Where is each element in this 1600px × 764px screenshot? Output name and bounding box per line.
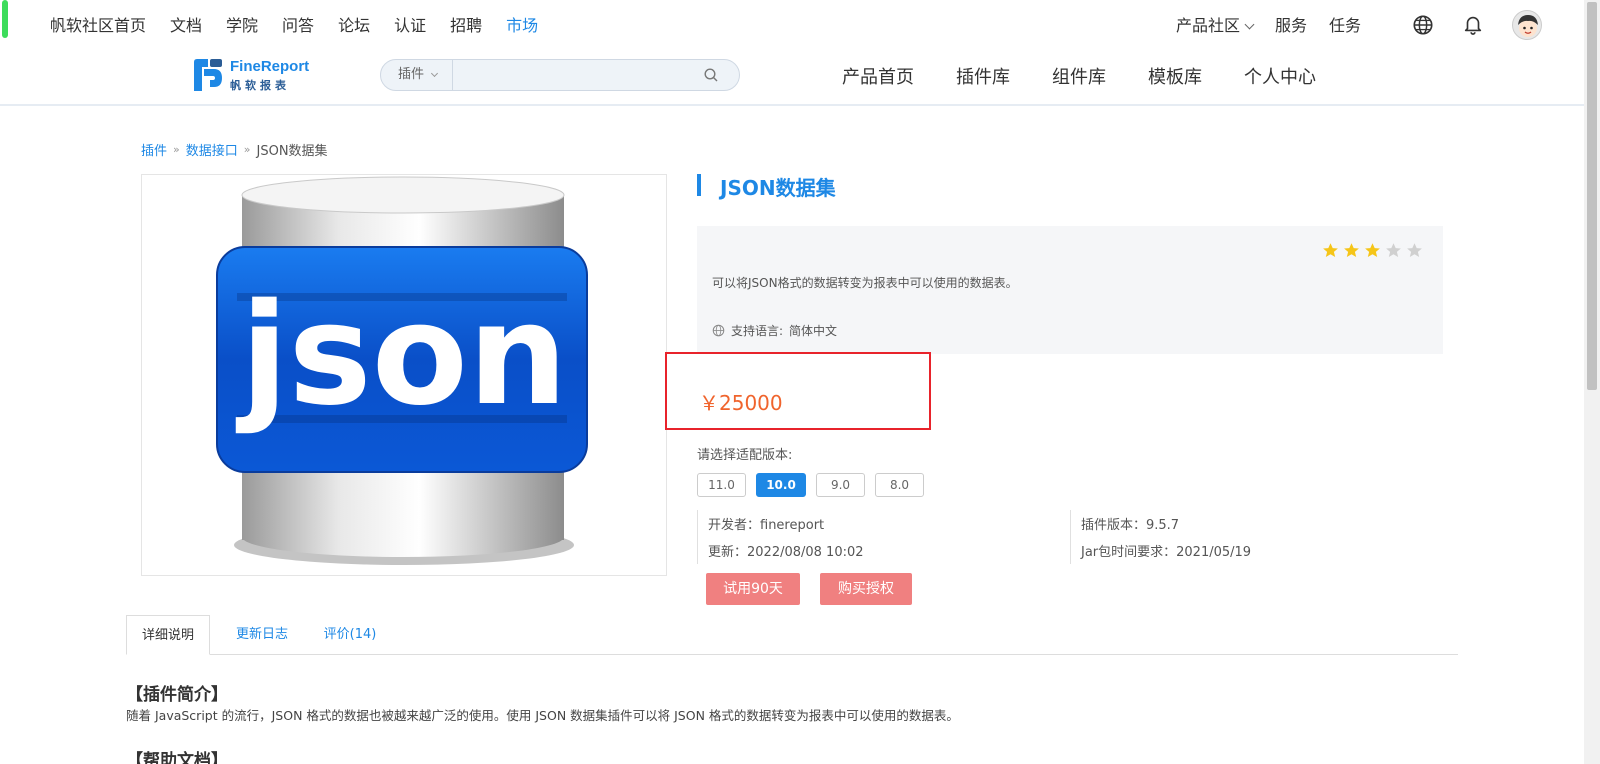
version-option-10[interactable]: 10.0 <box>756 473 806 497</box>
update-time: 更新：2022/08/08 10:02 <box>708 545 864 560</box>
topnav-tasks[interactable]: 任务 <box>1329 12 1361 36</box>
accent-mark <box>2 0 8 38</box>
topnav-service[interactable]: 服务 <box>1275 12 1307 36</box>
finereport-logo[interactable]: FineReport 帆软报表 <box>192 58 322 94</box>
breadcrumb-current: JSON数据集 <box>256 144 328 159</box>
tab-reviews[interactable]: 评价(14) <box>308 615 392 655</box>
star-filled-icon <box>1344 243 1359 258</box>
search-icon[interactable] <box>703 67 719 83</box>
mainnav-personal-center[interactable]: 个人中心 <box>1244 63 1316 89</box>
mainnav-product-home[interactable]: 产品首页 <box>842 63 914 89</box>
star-empty-icon <box>1407 243 1422 258</box>
logo-mark-icon <box>194 59 222 91</box>
meta-divider <box>697 510 698 564</box>
description-box: 可以将JSON格式的数据转变为报表中可以使用的数据表。 支持语言: 简体中文 <box>697 226 1443 354</box>
product-community-label: 产品社区 <box>1176 16 1241 35</box>
star-filled-icon <box>1323 243 1338 258</box>
star-filled-icon <box>1365 243 1380 258</box>
topnav-market[interactable]: 市场 <box>506 12 538 36</box>
main-nav: 产品首页 插件库 组件库 模板库 个人中心 <box>842 63 1358 89</box>
trial-button[interactable]: 试用90天 <box>706 573 800 605</box>
topnav-jobs[interactable]: 招聘 <box>450 12 482 36</box>
buy-license-button[interactable]: 购买授权 <box>820 573 912 605</box>
page-scrollbar[interactable] <box>1584 0 1600 764</box>
plugin-title: JSON数据集 <box>720 176 836 200</box>
site-header: FineReport 帆软报表 插件 产品首页 插件库 组件库 模板库 个人中心 <box>0 46 1584 106</box>
database-json-icon: json <box>216 176 588 565</box>
mainnav-plugins[interactable]: 插件库 <box>956 63 1010 89</box>
topnav-forum[interactable]: 论坛 <box>338 12 370 36</box>
version-selector: 11.0 10.0 9.0 8.0 <box>697 473 924 497</box>
search-input[interactable] <box>453 60 693 90</box>
logo-subtitle: 帆软报表 <box>230 79 290 92</box>
bell-icon[interactable] <box>1462 13 1484 35</box>
topnav-certification[interactable]: 认证 <box>394 12 426 36</box>
tab-changelog[interactable]: 更新日志 <box>224 615 300 655</box>
page: 帆软社区首页 文档 学院 问答 论坛 认证 招聘 市场 产品社区 服务 任务 F… <box>0 0 1600 764</box>
top-right-nav: 产品社区 服务 任务 <box>1176 12 1361 36</box>
avatar[interactable] <box>1512 10 1542 40</box>
breadcrumb-separator: » <box>243 143 251 156</box>
topnav-docs[interactable]: 文档 <box>170 12 202 36</box>
topnav-academy[interactable]: 学院 <box>226 12 258 36</box>
breadcrumb: 插件 » 数据接口 » JSON数据集 <box>141 140 328 159</box>
plugin-description: 可以将JSON格式的数据转变为报表中可以使用的数据表。 <box>712 276 1018 290</box>
topnav-qa[interactable]: 问答 <box>282 12 314 36</box>
title-accent-bar <box>697 174 701 196</box>
topnav-home[interactable]: 帆软社区首页 <box>50 12 146 36</box>
search-type-select[interactable]: 插件 <box>381 60 453 90</box>
section-intro-text: 随着 JavaScript 的流行，JSON 格式的数据也被越来越广泛的使用。使… <box>126 708 959 723</box>
product-community-menu[interactable]: 产品社区 <box>1176 12 1255 36</box>
version-option-8[interactable]: 8.0 <box>875 473 924 497</box>
search-type-label: 插件 <box>398 67 425 82</box>
language-label: 支持语言: <box>731 324 784 338</box>
globe-icon <box>712 324 725 337</box>
jar-requirement: Jar包时间要求：2021/05/19 <box>1081 545 1252 560</box>
search-bar: 插件 <box>380 59 740 91</box>
globe-icon[interactable] <box>1412 14 1434 36</box>
plugin-version: 插件版本：9.5.7 <box>1081 518 1180 533</box>
top-bar: 帆软社区首页 文档 学院 问答 论坛 认证 招聘 市场 产品社区 服务 任务 <box>0 0 1584 46</box>
version-option-9[interactable]: 9.0 <box>816 473 865 497</box>
top-nav: 帆软社区首页 文档 学院 问答 论坛 认证 招聘 市场 <box>50 12 538 36</box>
mainnav-components[interactable]: 组件库 <box>1052 63 1106 89</box>
scrollbar-thumb[interactable] <box>1587 2 1597 390</box>
language-value: 简体中文 <box>789 324 838 338</box>
breadcrumb-separator: » <box>173 143 180 156</box>
chevron-down-icon <box>430 69 439 78</box>
chevron-down-icon <box>1244 19 1255 30</box>
developer-info: 开发者：finereport <box>708 518 825 533</box>
json-logo-text: json <box>235 274 567 437</box>
logo-name: FineReport <box>230 58 310 75</box>
breadcrumb-data-interface[interactable]: 数据接口 <box>186 140 238 159</box>
breadcrumb-plugins[interactable]: 插件 <box>141 140 167 159</box>
rating-stars <box>1322 242 1423 259</box>
meta-divider <box>1070 510 1071 564</box>
detail-tabs: 详细说明 更新日志 评价(14) <box>126 615 1458 655</box>
avatar-face-icon <box>1518 15 1538 37</box>
star-empty-icon <box>1386 243 1401 258</box>
section-help-title: 【帮助文档】 <box>126 751 228 764</box>
language-row: 支持语言: 简体中文 <box>712 322 837 339</box>
tab-details[interactable]: 详细说明 <box>126 615 210 655</box>
mainnav-templates[interactable]: 模板库 <box>1148 63 1202 89</box>
version-option-11[interactable]: 11.0 <box>697 473 746 497</box>
version-select-label: 请选择适配版本: <box>697 448 793 463</box>
plugin-image-box: json <box>141 174 667 576</box>
plugin-price: ￥25000 <box>699 391 783 415</box>
section-intro-title: 【插件简介】 <box>126 685 228 705</box>
